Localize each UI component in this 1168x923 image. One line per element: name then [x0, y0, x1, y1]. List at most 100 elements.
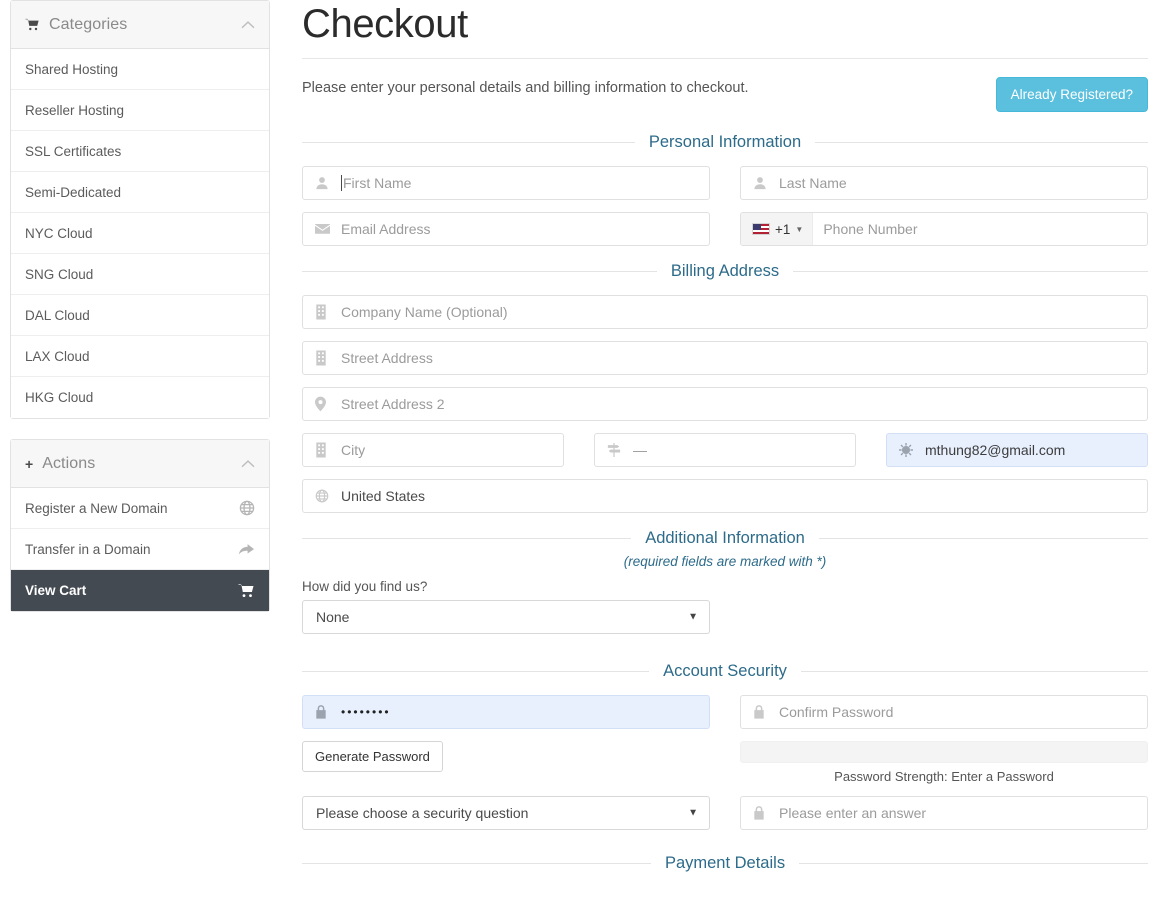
street-address-2-placeholder: Street Address 2 [341, 396, 445, 412]
intro-row: Please enter your personal details and b… [302, 77, 1148, 117]
email-phone-row: Email Address +1 ▼ Phone Number [302, 212, 1148, 246]
sidebar-item-sng-cloud[interactable]: SNG Cloud [11, 254, 269, 295]
phone-country-selector[interactable]: +1 ▼ [741, 213, 814, 245]
legend-line-right [800, 671, 1148, 672]
legend-label: Additional Information [645, 529, 805, 547]
security-answer-placeholder: Please enter an answer [779, 805, 927, 821]
last-name-placeholder: Last Name [779, 175, 847, 191]
password-row: •••••••• Confirm Password [302, 695, 1148, 729]
phone-placeholder: Phone Number [823, 221, 918, 237]
city-input[interactable]: City [302, 433, 564, 467]
legend-line-left [302, 538, 632, 539]
legend-line-right [793, 271, 1149, 272]
sidebar-item-ssl-certificates[interactable]: SSL Certificates [11, 131, 269, 172]
password-col: •••••••• [302, 695, 710, 729]
city-state-postcode-row: City — mthung82@gmail.com [302, 433, 1148, 467]
chevron-down-icon: ▼ [688, 611, 698, 623]
intro-text: Please enter your personal details and b… [302, 80, 749, 96]
confirm-password-input[interactable]: Confirm Password [740, 695, 1148, 729]
city-placeholder: City [341, 442, 366, 458]
street2-row: Street Address 2 [302, 387, 1148, 421]
legend-label: Billing Address [670, 262, 780, 280]
street2-col: Street Address 2 [302, 387, 1148, 421]
sidebar-item-label: SNG Cloud [25, 266, 94, 282]
postcode-autofill-suggestion[interactable]: mthung82@gmail.com [886, 433, 1148, 467]
sidebar-item-label: View Cart [25, 583, 87, 598]
country-select[interactable]: United States [302, 479, 1148, 513]
categories-panel-title: Categories [49, 15, 128, 33]
password-strength-col: Password Strength: Enter a Password [740, 741, 1148, 784]
last-name-input[interactable]: Last Name [740, 166, 1148, 200]
signpost-icon [607, 443, 621, 457]
sidebar-item-label: Register a New Domain [25, 500, 168, 516]
phone-number-input[interactable]: Phone Number [813, 221, 1147, 237]
generate-strength-row: Generate Password Password Strength: Ent… [302, 741, 1148, 784]
chevron-up-icon[interactable] [241, 20, 255, 29]
actions-list: Register a New Domain Transfer in a Doma… [11, 488, 269, 611]
sidebar-item-label: SSL Certificates [25, 143, 122, 159]
security-question-value: Please choose a security question [316, 805, 529, 821]
how-did-you-find-us-label: How did you find us? [302, 579, 428, 594]
security-question-col: Please choose a security question ▼ [302, 796, 710, 830]
sidebar-item-hkg-cloud[interactable]: HKG Cloud [11, 377, 269, 418]
name-row: First Name Last Name [302, 166, 1148, 200]
globe-icon [315, 489, 329, 503]
sidebar: Categories Shared Hosting Reseller Hosti… [0, 0, 280, 923]
envelope-icon [315, 223, 330, 235]
street-address-placeholder: Street Address [341, 350, 433, 366]
building-icon [315, 442, 327, 458]
company-name-input[interactable]: Company Name (Optional) [302, 295, 1148, 329]
street-address-2-input[interactable]: Street Address 2 [302, 387, 1148, 421]
categories-panel-header[interactable]: Categories [11, 1, 269, 49]
street-address-input[interactable]: Street Address [302, 341, 1148, 375]
share-arrow-icon [238, 542, 255, 557]
sidebar-item-reseller-hosting[interactable]: Reseller Hosting [11, 90, 269, 131]
street1-col: Street Address [302, 341, 1148, 375]
legend-label: Account Security [663, 662, 787, 680]
first-name-placeholder: First Name [343, 175, 412, 191]
password-input[interactable]: •••••••• [302, 695, 710, 729]
phone-input-group: +1 ▼ Phone Number [740, 212, 1148, 246]
legend-line-left [302, 863, 651, 864]
first-name-input[interactable]: First Name [302, 166, 710, 200]
sidebar-item-register-a-new-domain[interactable]: Register a New Domain [11, 488, 269, 529]
state-input[interactable]: — [594, 433, 856, 467]
sidebar-item-transfer-in-a-domain[interactable]: Transfer in a Domain [11, 529, 269, 570]
globe-icon [239, 500, 255, 516]
chevron-up-icon[interactable] [241, 459, 255, 468]
legend-additional-information: Additional Information [302, 529, 1149, 548]
chevron-down-icon: ▼ [688, 807, 698, 819]
sidebar-item-dal-cloud[interactable]: DAL Cloud [11, 295, 269, 336]
security-answer-col: Please enter an answer [740, 796, 1148, 830]
phone-col: +1 ▼ Phone Number [740, 212, 1148, 246]
state-value: — [633, 442, 647, 458]
security-answer-input[interactable]: Please enter an answer [740, 796, 1148, 830]
sidebar-item-nyc-cloud[interactable]: NYC Cloud [11, 213, 269, 254]
country-col: United States [302, 479, 1148, 513]
building-icon [315, 350, 327, 366]
email-col: Email Address [302, 212, 710, 246]
state-col: — [594, 433, 856, 467]
company-name-placeholder: Company Name (Optional) [341, 304, 508, 320]
legend-billing-address: Billing Address [302, 262, 1149, 281]
required-fields-note: (required fields are marked with *) [623, 554, 827, 569]
sidebar-item-view-cart[interactable]: View Cart [11, 570, 269, 611]
sidebar-item-shared-hosting[interactable]: Shared Hosting [11, 49, 269, 90]
email-input[interactable]: Email Address [302, 212, 710, 246]
generate-password-button[interactable]: Generate Password [302, 741, 443, 772]
actions-panel-header[interactable]: + Actions [11, 440, 269, 488]
categories-list: Shared Hosting Reseller Hosting SSL Cert… [11, 49, 269, 418]
user-icon [315, 176, 329, 190]
email-placeholder: Email Address [341, 221, 431, 237]
security-question-select[interactable]: Please choose a security question ▼ [302, 796, 710, 830]
legend-line-right [799, 863, 1149, 864]
postcode-autofill-value: mthung82@gmail.com [925, 442, 1066, 458]
legend-account-security: Account Security [302, 662, 1148, 681]
how-did-you-find-us-select[interactable]: None ▼ [302, 600, 710, 634]
sidebar-item-lax-cloud[interactable]: LAX Cloud [11, 336, 269, 377]
generate-password-col: Generate Password [302, 741, 710, 784]
already-registered-button[interactable]: Already Registered? [995, 77, 1148, 112]
country-value: United States [341, 488, 426, 504]
page-title: Checkout [302, 2, 468, 46]
sidebar-item-semi-dedicated[interactable]: Semi-Dedicated [11, 172, 269, 213]
